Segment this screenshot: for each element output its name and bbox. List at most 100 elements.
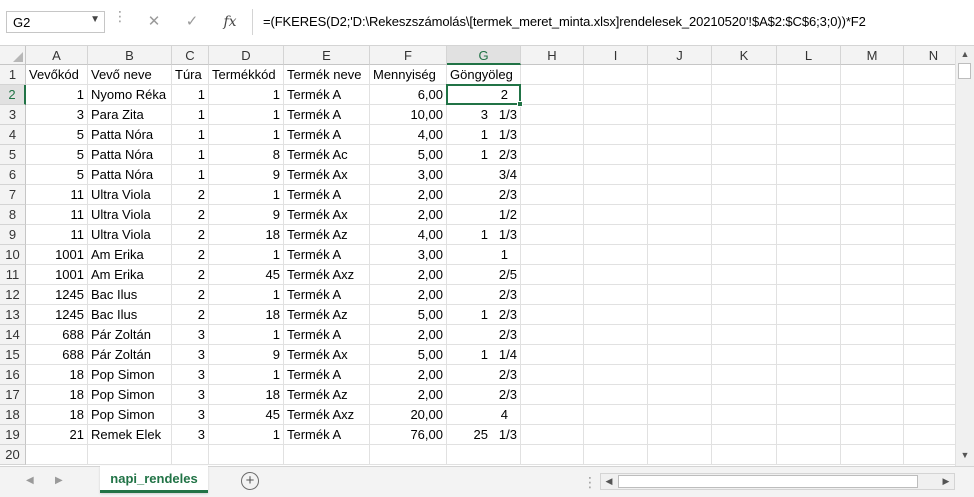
empty-cell[interactable] [584,145,648,165]
table-cell[interactable]: 688 [26,345,88,365]
table-cell[interactable]: Patta Nóra [88,145,172,165]
checkmark-icon[interactable]: ✓ [180,11,204,33]
empty-cell[interactable] [584,245,648,265]
table-cell[interactable]: Termék Az [284,305,370,325]
empty-cell[interactable] [904,325,955,345]
empty-cell[interactable] [648,145,712,165]
table-cell[interactable]: 2 [172,265,209,285]
table-cell[interactable]: Para Zita [88,105,172,125]
empty-cell[interactable] [777,265,841,285]
empty-cell[interactable] [777,145,841,165]
empty-cell[interactable] [904,305,955,325]
table-cell[interactable]: 18 [26,365,88,385]
empty-cell[interactable] [88,445,172,465]
empty-cell[interactable] [521,85,584,105]
empty-cell[interactable] [584,265,648,285]
empty-cell[interactable] [841,445,904,465]
empty-cell[interactable] [521,405,584,425]
empty-cell[interactable] [777,425,841,445]
empty-cell[interactable] [584,285,648,305]
gongyoleg-cell[interactable]: 1 1/3 [447,225,521,245]
header-cell[interactable]: Termékkód [209,65,284,85]
column-header-l[interactable]: L [777,46,841,65]
empty-cell[interactable] [777,65,841,85]
gongyoleg-cell[interactable]: 25 1/3 [447,425,521,445]
row-header-20[interactable]: 20 [0,445,26,465]
column-header-a[interactable]: A [26,46,88,65]
empty-cell[interactable] [712,405,777,425]
empty-cell[interactable] [648,265,712,285]
empty-cell[interactable] [521,65,584,85]
drag-handle-icon[interactable]: ⋮ [583,474,598,491]
empty-cell[interactable] [648,125,712,145]
empty-cell[interactable] [521,445,584,465]
empty-cell[interactable] [712,425,777,445]
empty-cell[interactable] [712,305,777,325]
table-cell[interactable]: Nyomo Réka [88,85,172,105]
empty-cell[interactable] [904,225,955,245]
table-cell[interactable]: Remek Elek [88,425,172,445]
table-cell[interactable]: 45 [209,405,284,425]
sheet-tab-napi-rendeles[interactable]: napi_rendeles [100,466,208,493]
horizontal-scrollbar[interactable]: ◀ ▶ [600,473,955,490]
empty-cell[interactable] [521,165,584,185]
empty-cell[interactable] [584,325,648,345]
tab-next-icon[interactable]: ▶ [55,475,63,486]
empty-cell[interactable] [712,325,777,345]
empty-cell[interactable] [648,345,712,365]
table-cell[interactable]: Pop Simon [88,365,172,385]
empty-cell[interactable] [904,85,955,105]
gongyoleg-cell[interactable]: 1 2/3 [447,305,521,325]
table-cell[interactable]: 76,00 [370,425,447,445]
empty-cell[interactable] [584,365,648,385]
gongyoleg-cell[interactable]: 2/3 [447,385,521,405]
empty-cell[interactable] [521,245,584,265]
column-header-n[interactable]: N [904,46,955,65]
column-header-b[interactable]: B [88,46,172,65]
column-header-e[interactable]: E [284,46,370,65]
table-cell[interactable]: Termék A [284,285,370,305]
empty-cell[interactable] [521,225,584,245]
table-cell[interactable]: 1 [209,245,284,265]
empty-cell[interactable] [904,365,955,385]
empty-cell[interactable] [777,325,841,345]
empty-cell[interactable] [712,145,777,165]
gongyoleg-cell[interactable]: 3/4 [447,165,521,185]
empty-cell[interactable] [648,165,712,185]
empty-cell[interactable] [904,125,955,145]
empty-cell[interactable] [777,285,841,305]
row-header-8[interactable]: 8 [0,205,26,225]
gongyoleg-cell[interactable]: 2/5 [447,265,521,285]
table-cell[interactable]: 1 [172,85,209,105]
empty-cell[interactable] [712,385,777,405]
empty-cell[interactable] [841,225,904,245]
table-cell[interactable]: 11 [26,205,88,225]
empty-cell[interactable] [648,425,712,445]
column-header-m[interactable]: M [841,46,904,65]
column-header-k[interactable]: K [712,46,777,65]
gongyoleg-cell[interactable]: 1/2 [447,205,521,225]
empty-cell[interactable] [904,385,955,405]
table-cell[interactable]: 3,00 [370,245,447,265]
table-cell[interactable]: 1 [172,145,209,165]
table-cell[interactable]: 4,00 [370,125,447,145]
empty-cell[interactable] [521,325,584,345]
table-cell[interactable]: 5,00 [370,345,447,365]
scroll-down-icon[interactable]: ▼ [956,447,974,464]
empty-cell[interactable] [648,225,712,245]
empty-cell[interactable] [841,165,904,185]
table-cell[interactable]: 9 [209,165,284,185]
gongyoleg-cell[interactable]: 1 1/3 [447,125,521,145]
empty-cell[interactable] [904,105,955,125]
chevron-down-icon[interactable]: ▼ [90,14,100,25]
table-cell[interactable]: 3 [172,345,209,365]
gongyoleg-cell[interactable]: 1 2/3 [447,145,521,165]
drag-handle-icon[interactable]: ⋮ [113,9,127,31]
table-cell[interactable]: Termék Axz [284,405,370,425]
empty-cell[interactable] [777,405,841,425]
empty-cell[interactable] [841,185,904,205]
table-cell[interactable]: 2,00 [370,185,447,205]
table-cell[interactable]: 1 [209,365,284,385]
name-box[interactable]: G2 ▼ [6,11,105,33]
table-cell[interactable]: 9 [209,345,284,365]
